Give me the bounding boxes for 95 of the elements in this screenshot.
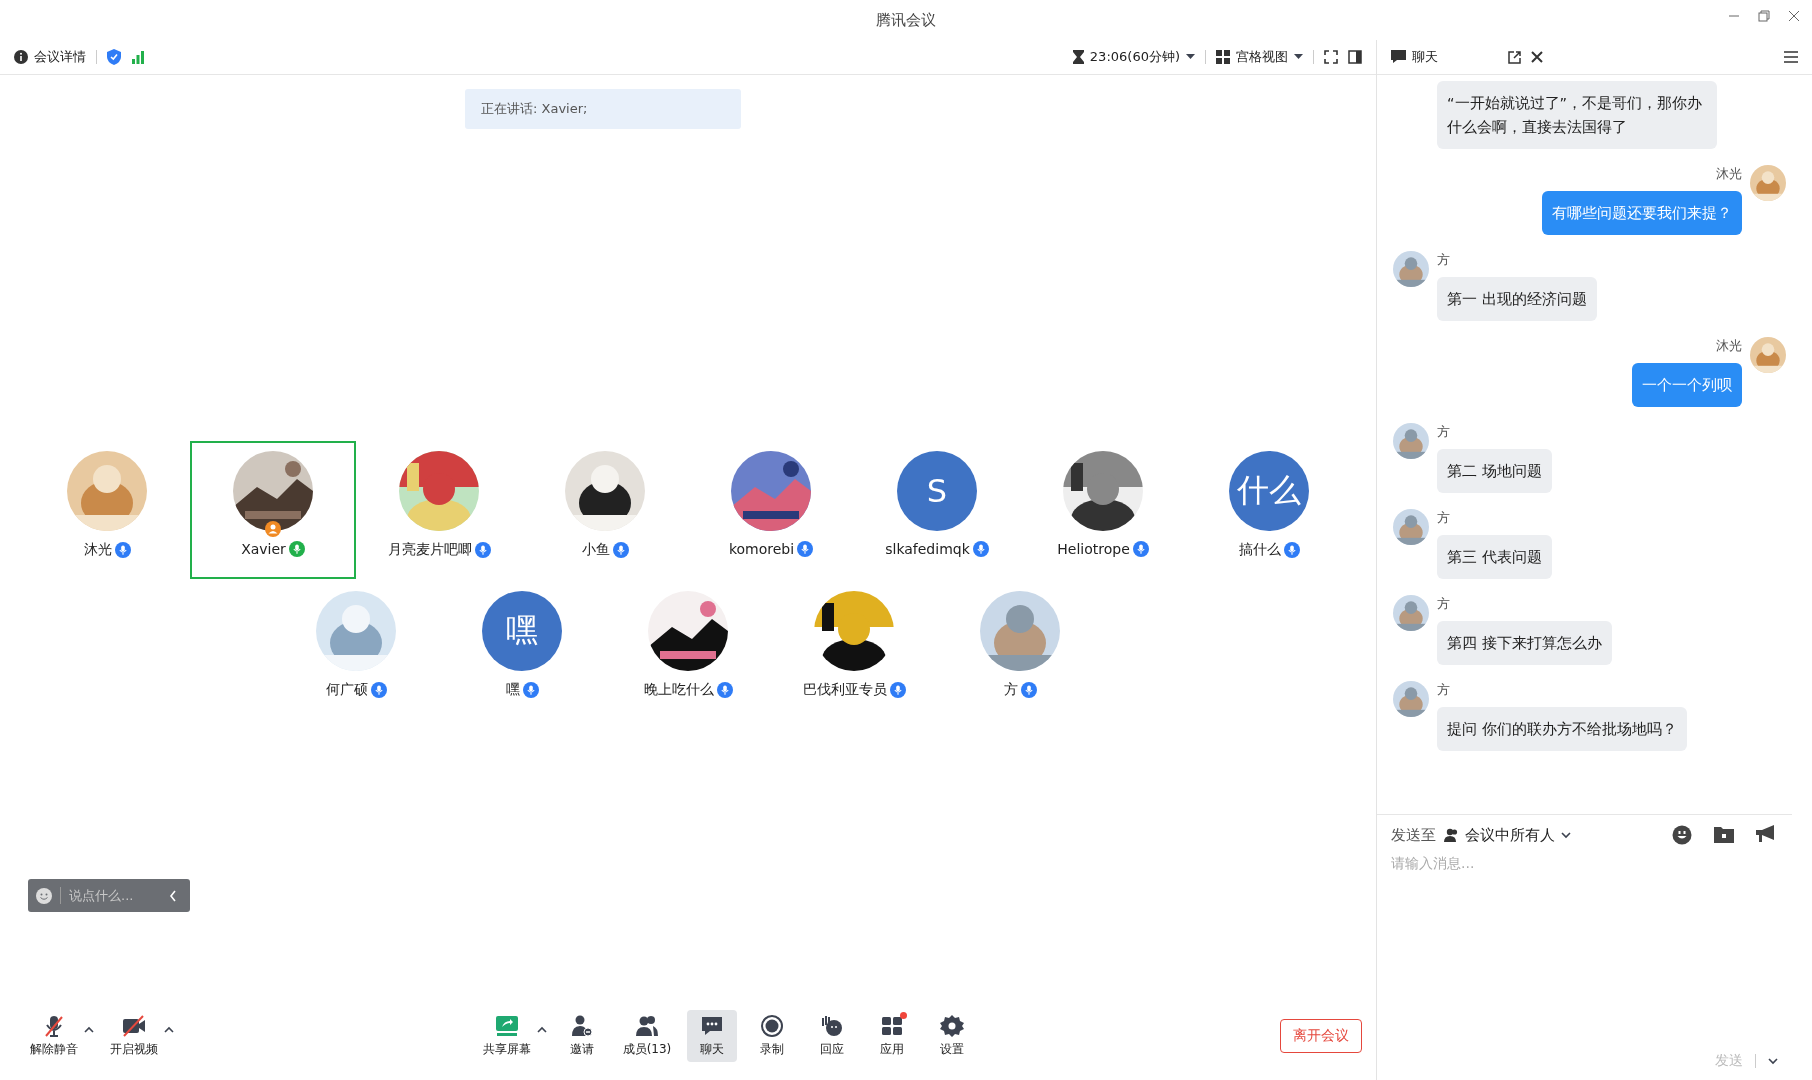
toolbar-button[interactable]: 应用 (867, 1010, 918, 1062)
timer-button[interactable]: 23:06(60分钟) (1072, 48, 1195, 66)
message-bubble: 第一 出现的经济问题 (1437, 277, 1597, 321)
participant-name: komorebi (728, 541, 795, 557)
participant-tile[interactable]: S slkafedimqk (854, 441, 1020, 579)
menu-icon[interactable] (1784, 51, 1798, 63)
message-bubble: “一开始就说过了”，不是哥们，那你办什么会啊，直接去法国得了 (1437, 81, 1717, 149)
people-icon (1444, 828, 1459, 842)
toolbar-button[interactable]: 成员(13) (616, 1010, 678, 1062)
chat-panel-title: 聊天 (1391, 48, 1438, 66)
participant-name: 搞什么 (1238, 541, 1281, 559)
caret-icon[interactable] (84, 1026, 94, 1033)
participant-name: Xavier (241, 541, 286, 557)
participant-tile[interactable]: 什么 搞什么 (1186, 441, 1352, 579)
info-icon (14, 50, 28, 64)
caret-icon[interactable] (164, 1026, 174, 1033)
sender-name: 方 (1437, 681, 1450, 699)
toolbar-button[interactable]: 设置 (927, 1010, 978, 1062)
sender-name: 方 (1437, 509, 1450, 527)
participant-name: 嘿 (505, 681, 520, 699)
folder-icon[interactable] (1714, 825, 1734, 843)
control-button[interactable]: 解除静音 (24, 1010, 84, 1062)
message-bubble: 第二 场地问题 (1437, 449, 1552, 493)
quick-chat-bar[interactable]: 说点什么... (28, 879, 190, 912)
avatar: S (897, 451, 977, 531)
send-to-label: 发送至 (1391, 825, 1436, 845)
shield-icon[interactable] (107, 49, 121, 65)
dropdown-icon[interactable] (1768, 1057, 1778, 1065)
settings-icon (939, 1014, 966, 1038)
dropdown-icon[interactable] (1186, 54, 1195, 60)
participant-name: 巴伐利亚专员 (802, 681, 887, 699)
grid-icon (1216, 50, 1230, 64)
participant-tile[interactable]: komorebi (688, 441, 854, 579)
restore-icon[interactable] (1758, 10, 1770, 22)
active-speaker-frame[interactable]: Xavier (190, 441, 356, 579)
message-bubble: 第三 代表问题 (1437, 535, 1552, 579)
people-icon (634, 1014, 660, 1038)
sender-name: 方 (1437, 423, 1450, 441)
chat-icon (1391, 50, 1406, 64)
fullscreen-icon[interactable] (1324, 50, 1338, 64)
window-title: 腾讯会议 (876, 10, 936, 30)
control-button[interactable]: 开启视频 (104, 1010, 164, 1062)
screen-share-icon (493, 1014, 520, 1038)
participant-tile[interactable]: 月亮麦片吧唧 (356, 441, 522, 579)
participant-tile[interactable]: 晚上吃什么 (605, 581, 771, 719)
participant-tile[interactable]: 巴伐利亚专员 (771, 581, 937, 719)
message-bubble: 有哪些问题还要我们来提？ (1542, 191, 1742, 235)
toolbar-button[interactable]: 聊天 (687, 1010, 738, 1062)
participant-name: slkafedimqk (885, 541, 970, 557)
participant-name: 何广硕 (325, 681, 368, 699)
message-bubble: 第四 接下来打算怎么办 (1437, 621, 1612, 665)
participant-name: 小鱼 (581, 541, 610, 559)
recipient-dropdown[interactable]: 会议中所有人 (1444, 825, 1571, 845)
toolbar-button[interactable]: 邀请 (556, 1010, 607, 1062)
participant-tile[interactable]: 方 (937, 581, 1103, 719)
leave-meeting-button[interactable]: 离开会议 (1280, 1019, 1362, 1053)
participant-tile[interactable]: Heliotrope (1020, 441, 1186, 579)
meeting-info-button[interactable]: 会议详情 (14, 48, 86, 66)
participant-tile[interactable]: 嘿 嘿 (439, 581, 605, 719)
close-icon[interactable] (1531, 51, 1543, 63)
participant-name: 月亮麦片吧唧 (387, 541, 472, 559)
hourglass-icon (1072, 50, 1084, 64)
close-icon[interactable] (1788, 10, 1800, 22)
avatar: 嘿 (482, 591, 562, 671)
participant-tile[interactable]: 沐光 (24, 441, 190, 579)
emoji-icon[interactable] (1672, 825, 1692, 845)
dropdown-icon[interactable] (1561, 831, 1571, 839)
camera-off-icon (121, 1014, 147, 1038)
emoji-icon (36, 887, 52, 904)
avatar: 什么 (1229, 451, 1309, 531)
sender-name: 方 (1437, 595, 1450, 613)
caret-icon[interactable] (536, 1026, 547, 1033)
participant-tile[interactable]: 小鱼 (522, 441, 688, 579)
message-bubble: 提问 你们的联办方不给批场地吗？ (1437, 707, 1687, 751)
participant-tile[interactable]: 何广硕 (273, 581, 439, 719)
message-bubble: 一个一个列呗 (1632, 363, 1742, 407)
dropdown-icon[interactable] (1294, 54, 1303, 60)
pop-out-icon[interactable] (1508, 50, 1521, 64)
toolbar-button[interactable]: 录制 (747, 1010, 798, 1062)
record-icon (759, 1014, 786, 1038)
toolbar-button[interactable]: 共享屏幕 (476, 1010, 537, 1062)
participant-name: 方 (1003, 681, 1018, 699)
collapse-icon[interactable] (169, 889, 177, 902)
view-button[interactable]: 宫格视图 (1216, 48, 1303, 66)
participant-name: 沐光 (83, 541, 112, 559)
quick-chat-field[interactable]: 说点什么... (60, 887, 161, 904)
toolbar-button[interactable]: 回应 (807, 1010, 858, 1062)
sidebar-icon[interactable] (1348, 50, 1362, 64)
speaking-banner: 正在讲话: Xavier; (465, 89, 741, 129)
sender-name: 方 (1437, 251, 1450, 269)
sender-name: 沐光 (1716, 165, 1742, 183)
sender-name: 沐光 (1716, 337, 1742, 355)
signal-icon[interactable] (131, 50, 145, 64)
participant-name: Heliotrope (1057, 541, 1130, 557)
participant-name: 晚上吃什么 (643, 681, 714, 699)
